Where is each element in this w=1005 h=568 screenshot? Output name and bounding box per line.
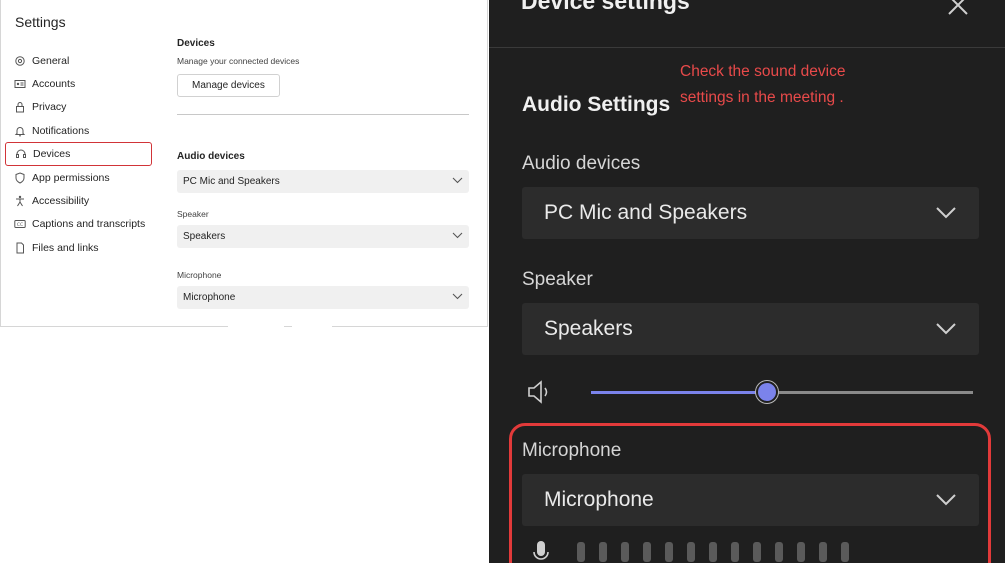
volume-slider-fill <box>591 391 767 394</box>
bottom-strip <box>489 563 1005 568</box>
chevron-down-icon <box>452 176 463 187</box>
nav-item-devices[interactable]: Devices <box>5 142 152 167</box>
mic-level-bar <box>665 542 673 562</box>
speaker-dropdown[interactable]: Speakers <box>177 225 469 248</box>
nav-label: Devices <box>33 148 71 161</box>
nav-label: Privacy <box>32 101 67 114</box>
chevron-down-icon <box>935 201 957 225</box>
nav-item-accessibility[interactable]: Accessibility <box>5 189 152 212</box>
mic-level-bar <box>643 542 651 562</box>
nav-item-general[interactable]: General <box>5 49 152 72</box>
microphone-label: Microphone <box>177 270 222 280</box>
cc-icon: CC <box>14 218 26 230</box>
close-icon[interactable] <box>947 0 969 16</box>
nav-label: Captions and transcripts <box>32 218 146 231</box>
audio-device-value: PC Mic and Speakers <box>183 176 280 187</box>
annotation-text: Check the sound device settings in the m… <box>680 59 880 111</box>
mic-level-bar <box>841 542 849 562</box>
manage-devices-button[interactable]: Manage devices <box>177 74 280 97</box>
mic-level-bar <box>709 542 717 562</box>
id-card-icon <box>14 78 26 90</box>
audio-devices-dropdown[interactable]: PC Mic and Speakers <box>522 187 979 239</box>
annotation-line-2: settings in the meeting . <box>680 89 844 106</box>
chevron-down-icon <box>935 488 957 512</box>
file-icon <box>14 242 26 254</box>
speaker-label: Speaker <box>177 209 209 219</box>
cutoff-strip <box>228 322 284 330</box>
nav-item-files[interactable]: Files and links <box>5 236 152 259</box>
mic-level-meter <box>577 542 849 562</box>
audio-devices-heading: Audio devices <box>177 151 245 162</box>
gear-icon <box>14 55 26 67</box>
accessibility-icon <box>14 195 26 207</box>
nav-item-app-permissions[interactable]: App permissions <box>5 166 152 189</box>
nav-label: Accounts <box>32 77 76 90</box>
settings-window: Settings General Accounts Privacy Notifi… <box>0 0 488 327</box>
microphone-label: Microphone <box>522 440 622 461</box>
cutoff-strip <box>292 322 332 330</box>
speaker-dropdown[interactable]: Speakers <box>522 303 979 355</box>
audio-devices-label: Audio devices <box>522 153 641 174</box>
devices-content: Devices Manage your connected devices Ma… <box>177 38 469 309</box>
mic-level-bar <box>577 542 585 562</box>
annotation-line-1: Check the sound device <box>680 63 846 80</box>
mic-level-bar <box>775 542 783 562</box>
lock-icon <box>14 101 26 113</box>
speaker-value: Speakers <box>544 317 633 340</box>
nav-label: Accessibility <box>32 195 90 208</box>
nav-item-captions[interactable]: CC Captions and transcripts <box>5 213 152 236</box>
panel-title: Device settings <box>521 0 690 14</box>
mic-level-bar <box>797 542 805 562</box>
panel-header: Device settings <box>489 0 1005 48</box>
mic-level-bar <box>753 542 761 562</box>
shield-icon <box>14 172 26 184</box>
microphone-value: Microphone <box>183 292 236 303</box>
nav-item-privacy[interactable]: Privacy <box>5 96 152 119</box>
microphone-dropdown[interactable]: Microphone <box>177 286 469 309</box>
headset-icon <box>15 148 27 160</box>
nav-item-accounts[interactable]: Accounts <box>5 72 152 95</box>
devices-heading: Devices <box>177 38 215 49</box>
speaker-volume-icon <box>526 379 552 410</box>
bell-icon <box>14 125 26 137</box>
nav-label: General <box>32 54 70 67</box>
speaker-value: Speakers <box>183 231 226 242</box>
audio-devices-value: PC Mic and Speakers <box>544 201 748 224</box>
mic-level-bar <box>731 542 739 562</box>
nav-label: App permissions <box>32 171 110 184</box>
nav-label: Notifications <box>32 124 90 137</box>
speaker-volume-row <box>526 377 976 407</box>
mic-level-bar <box>621 542 629 562</box>
nav-label: Files and links <box>32 241 99 254</box>
nav-item-notifications[interactable]: Notifications <box>5 119 152 142</box>
section-divider <box>177 114 469 115</box>
audio-device-dropdown[interactable]: PC Mic and Speakers <box>177 170 469 193</box>
chevron-down-icon <box>452 292 463 303</box>
volume-slider-thumb[interactable] <box>755 381 778 403</box>
chevron-down-icon <box>452 231 463 242</box>
mic-level-bar <box>687 542 695 562</box>
mic-level-bar <box>819 542 827 562</box>
devices-description: Manage your connected devices <box>177 56 300 66</box>
chevron-down-icon <box>935 317 957 341</box>
svg-text:CC: CC <box>17 222 23 228</box>
settings-title: Settings <box>15 14 66 30</box>
mic-level-bar <box>599 542 607 562</box>
audio-settings-heading: Audio Settings <box>522 93 671 116</box>
microphone-dropdown[interactable]: Microphone <box>522 474 979 526</box>
microphone-icon <box>530 539 552 563</box>
settings-nav: General Accounts Privacy Notifications D… <box>5 49 152 259</box>
speaker-label: Speaker <box>522 269 593 290</box>
microphone-value: Microphone <box>544 488 654 511</box>
device-settings-panel: Device settings Check the sound device s… <box>489 0 1005 563</box>
